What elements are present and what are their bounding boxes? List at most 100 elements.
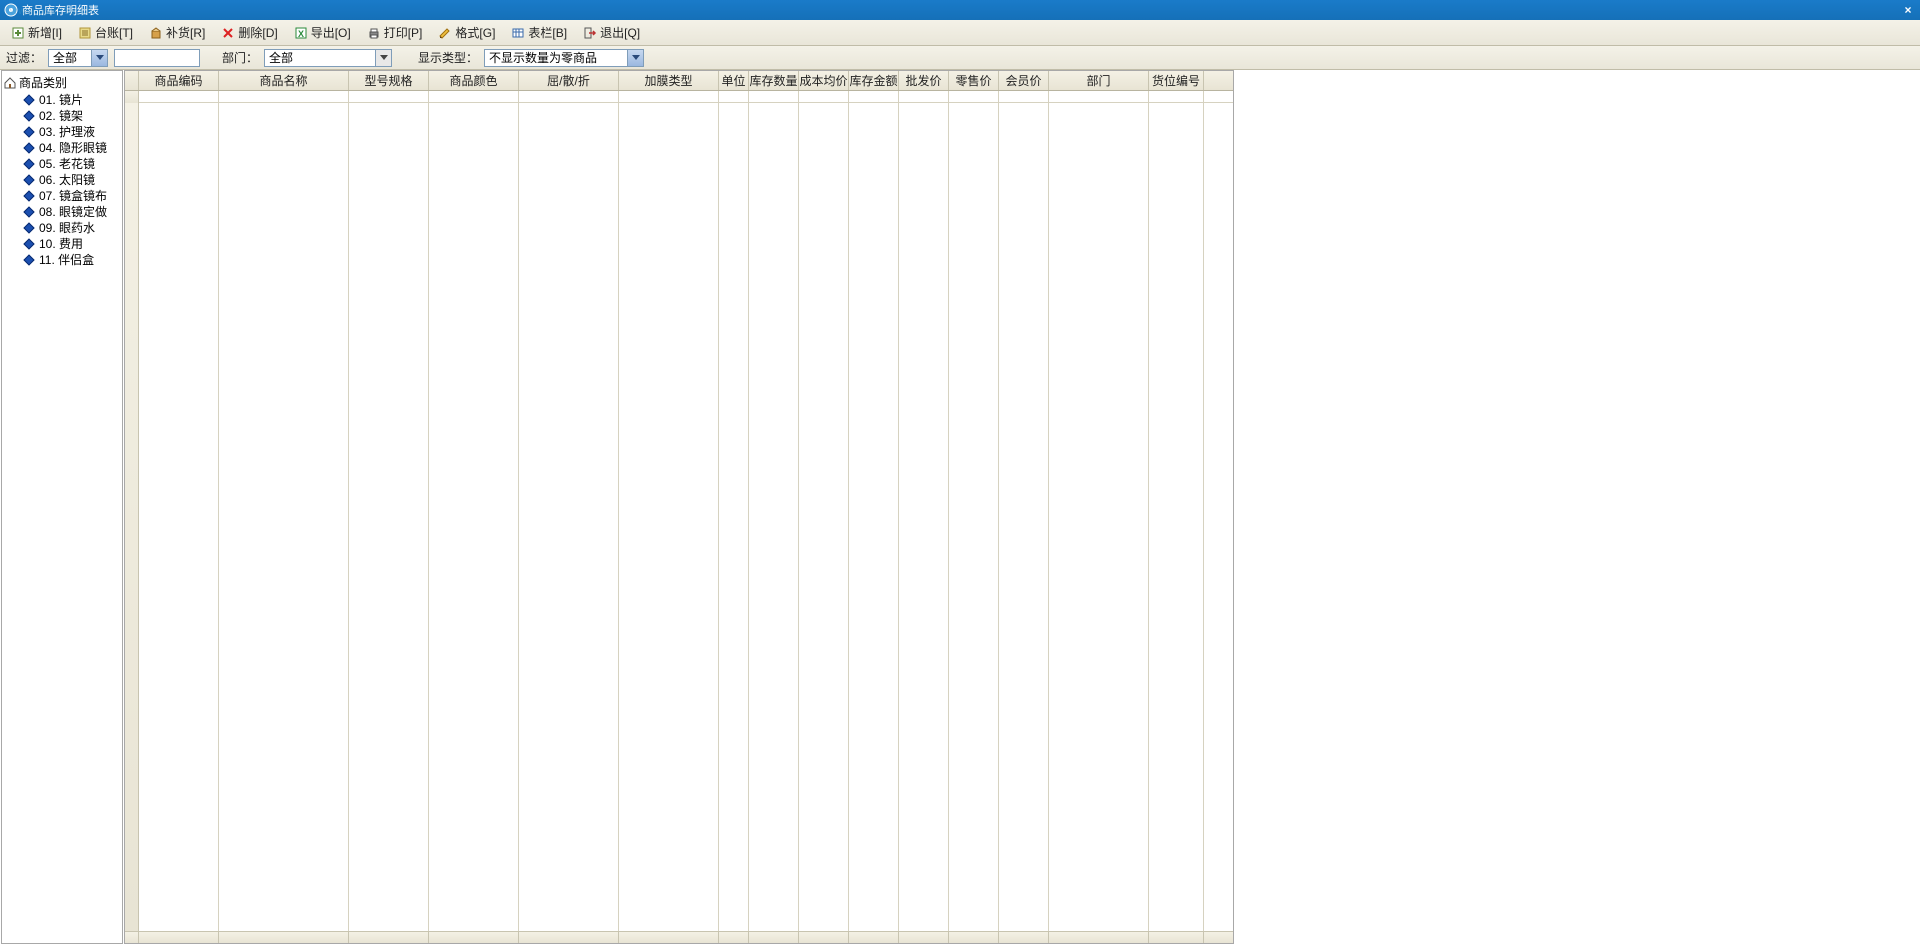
tree-item[interactable]: 11. 伴侣盒	[4, 252, 120, 268]
close-button[interactable]: ×	[1900, 3, 1916, 17]
chevron-down-icon[interactable]	[91, 50, 107, 66]
chevron-down-icon[interactable]	[627, 50, 643, 66]
grid-footer-cell	[799, 932, 849, 943]
grid-cell	[899, 91, 949, 102]
grid-footer-cell	[749, 932, 799, 943]
export-label: 导出[O]	[311, 24, 351, 41]
filter-select[interactable]: 全部	[48, 49, 108, 67]
tree-item[interactable]: 04. 隐形眼镜	[4, 140, 120, 156]
tree-root[interactable]: 商品类别	[4, 73, 120, 92]
column-header[interactable]: 型号规格	[349, 71, 429, 90]
tree-item[interactable]: 06. 太阳镜	[4, 172, 120, 188]
titlebar: 商品库存明细表 ×	[0, 0, 1920, 20]
tree-item[interactable]: 08. 眼镜定做	[4, 204, 120, 220]
grid-footer-cell	[719, 932, 749, 943]
tree-item-label: 08. 眼镜定做	[39, 204, 107, 220]
tree-item-label: 05. 老花镜	[39, 156, 95, 172]
grid-column	[519, 103, 619, 931]
exit-icon	[583, 26, 597, 40]
grid-column	[949, 103, 999, 931]
chevron-down-icon[interactable]	[375, 50, 391, 66]
tree-item-label: 07. 镜盒镜布	[39, 188, 107, 204]
format-icon	[438, 26, 452, 40]
grid-body	[125, 91, 1233, 931]
column-header[interactable]: 库存数量	[749, 71, 799, 90]
column-header[interactable]: 部门	[1049, 71, 1149, 90]
tree-item[interactable]: 03. 护理液	[4, 124, 120, 140]
filter-label: 过滤：	[6, 49, 42, 66]
tree-item[interactable]: 10. 费用	[4, 236, 120, 252]
tree-item[interactable]: 09. 眼药水	[4, 220, 120, 236]
column-header[interactable]: 库存金额	[849, 71, 899, 90]
column-header[interactable]: 批发价	[899, 71, 949, 90]
grid-footer-cell	[1149, 932, 1204, 943]
column-header[interactable]: 成本均价	[799, 71, 849, 90]
tree-item[interactable]: 07. 镜盒镜布	[4, 188, 120, 204]
ledger-button[interactable]: 台账[T]	[71, 21, 140, 44]
grid-column	[219, 103, 349, 931]
dept-select[interactable]: 全部	[264, 49, 392, 67]
columns-label: 表栏[B]	[528, 24, 567, 41]
column-header[interactable]: 屈/散/折	[519, 71, 619, 90]
columns-icon	[511, 26, 525, 40]
grid-footer-cell	[949, 932, 999, 943]
diamond-icon	[23, 254, 34, 265]
grid-column	[799, 103, 849, 931]
tree-item[interactable]: 02. 镜架	[4, 108, 120, 124]
grid-column	[619, 103, 719, 931]
column-header[interactable]: 零售价	[949, 71, 999, 90]
grid-footer-cell	[619, 932, 719, 943]
grid-footer-cell	[429, 932, 519, 943]
column-header[interactable]: 商品名称	[219, 71, 349, 90]
grid-cell	[619, 91, 719, 102]
columns-button[interactable]: 表栏[B]	[504, 21, 574, 44]
row-header-area	[125, 103, 139, 931]
filterbar: 过滤： 全部 部门： 全部 显示类型： 不显示数量为零商品	[0, 46, 1920, 70]
column-header[interactable]: 商品编码	[139, 71, 219, 90]
new-icon	[11, 26, 25, 40]
filter-text-input[interactable]	[114, 49, 200, 67]
grid-cell	[139, 91, 219, 102]
filter-value: 全部	[49, 49, 91, 66]
row-header	[125, 91, 139, 103]
new-label: 新增[I]	[28, 24, 62, 41]
column-header[interactable]: 加膜类型	[619, 71, 719, 90]
export-button[interactable]: X 导出[O]	[287, 21, 358, 44]
delete-button[interactable]: 删除[D]	[214, 21, 284, 44]
grid-column	[139, 103, 219, 931]
exit-button[interactable]: 退出[Q]	[576, 21, 647, 44]
diamond-icon	[23, 94, 34, 105]
diamond-icon	[23, 126, 34, 137]
tree-item[interactable]: 05. 老花镜	[4, 156, 120, 172]
grid-column	[349, 103, 429, 931]
display-label: 显示类型：	[418, 49, 478, 66]
column-header[interactable]: 商品颜色	[429, 71, 519, 90]
category-tree[interactable]: 商品类别 01. 镜片02. 镜架03. 护理液04. 隐形眼镜05. 老花镜0…	[1, 70, 123, 944]
display-select[interactable]: 不显示数量为零商品	[484, 49, 644, 67]
new-button[interactable]: 新增[I]	[4, 21, 69, 44]
diamond-icon	[23, 142, 34, 153]
replenish-label: 补货[R]	[166, 24, 205, 41]
grid-column	[1049, 103, 1149, 931]
grid-column	[749, 103, 799, 931]
grid-footer-cell	[519, 932, 619, 943]
column-header[interactable]: 会员价	[999, 71, 1049, 90]
svg-text:X: X	[298, 29, 304, 39]
delete-label: 删除[D]	[238, 24, 277, 41]
diamond-icon	[23, 190, 34, 201]
toolbar: 新增[I] 台账[T] 补货[R] 删除[D] X 导出[O] 打印[P] 格式…	[0, 20, 1920, 46]
tree-item-label: 10. 费用	[39, 236, 83, 252]
grid-footer-cell	[999, 932, 1049, 943]
column-header[interactable]: 货位编号	[1149, 71, 1204, 90]
column-header[interactable]: 单位	[719, 71, 749, 90]
grid-cell	[1149, 91, 1204, 102]
replenish-button[interactable]: 补货[R]	[142, 21, 212, 44]
tree-item-label: 02. 镜架	[39, 108, 83, 124]
tree-item[interactable]: 01. 镜片	[4, 92, 120, 108]
tree-item-label: 03. 护理液	[39, 124, 95, 140]
format-button[interactable]: 格式[G]	[431, 21, 502, 44]
data-grid[interactable]: 商品编码商品名称型号规格商品颜色屈/散/折加膜类型单位库存数量成本均价库存金额批…	[124, 70, 1234, 944]
home-icon	[4, 77, 16, 89]
print-button[interactable]: 打印[P]	[360, 21, 430, 44]
grid-cell	[349, 91, 429, 102]
